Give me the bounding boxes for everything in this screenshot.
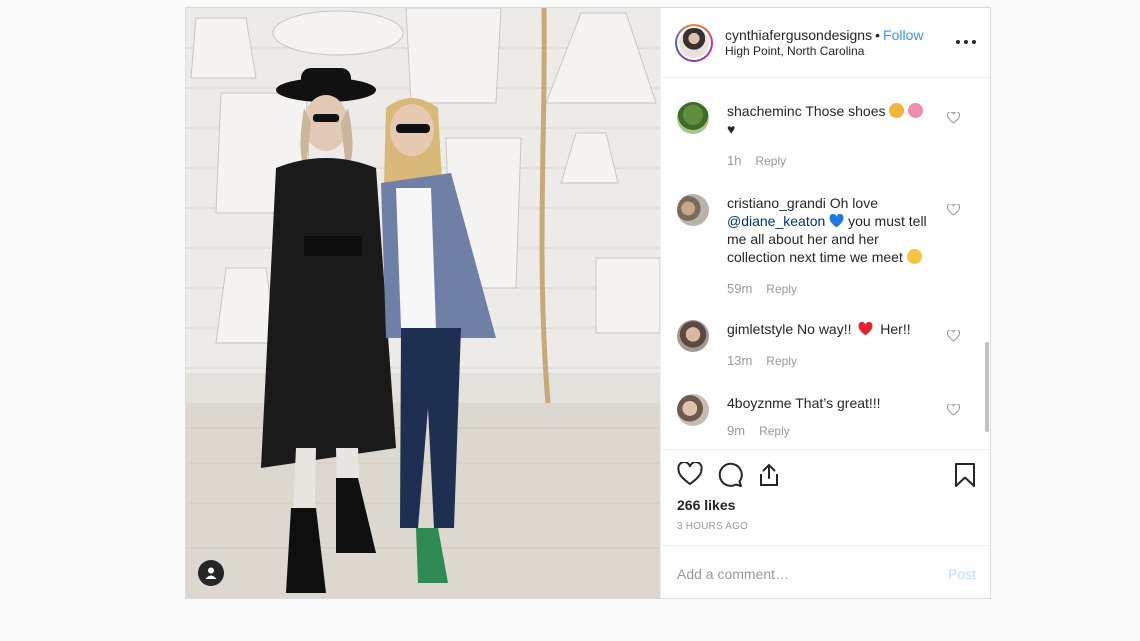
follow-button[interactable]: Follow xyxy=(883,27,923,43)
user-tag-icon xyxy=(205,567,217,579)
blue-heart-emoji-icon xyxy=(829,213,844,228)
comment-input[interactable]: Add a comment… xyxy=(677,566,789,582)
comment-icon[interactable] xyxy=(717,462,743,488)
comments-list[interactable]: shacheminc Those shoes ♥ 1h Reply cristia… xyxy=(661,78,990,448)
post-photo[interactable] xyxy=(186,8,660,598)
comment-text-line2: ♥ xyxy=(727,121,736,137)
share-icon[interactable] xyxy=(757,462,781,488)
action-bar xyxy=(661,449,990,502)
like-comment-heart-icon[interactable] xyxy=(947,112,960,124)
post-location[interactable]: High Point, North Carolina xyxy=(725,43,923,59)
more-options-icon[interactable] xyxy=(956,34,976,50)
commenter-avatar[interactable] xyxy=(677,394,709,426)
comment-text: No way!! xyxy=(797,321,852,337)
post-comment-button[interactable]: Post xyxy=(948,566,976,582)
instagram-post: cynthiafergusondesigns • Follow High Point… xyxy=(185,7,991,599)
wink-emoji-icon xyxy=(906,249,922,264)
comment-text: Oh love xyxy=(829,195,878,211)
comment-time[interactable]: 59m xyxy=(727,281,752,296)
comments-scrollbar[interactable] xyxy=(985,342,989,432)
user-tag-button[interactable] xyxy=(198,560,224,586)
commenter-avatar[interactable] xyxy=(677,102,709,134)
author-username[interactable]: cynthiafergusondesigns xyxy=(725,27,872,43)
like-comment-heart-icon[interactable] xyxy=(947,330,960,342)
comment-username[interactable]: shacheminc xyxy=(727,103,802,119)
reply-button[interactable]: Reply xyxy=(759,424,790,438)
comment-username[interactable]: cristiano_grandi xyxy=(727,195,826,211)
add-comment-bar: Add a comment… Post xyxy=(661,545,990,599)
commenter-avatar[interactable] xyxy=(677,320,709,352)
red-heart-emoji-icon xyxy=(858,321,873,336)
comment-username[interactable]: 4boyznme xyxy=(727,395,792,411)
likes-count[interactable]: 266 likes xyxy=(677,497,735,513)
reply-button[interactable]: Reply xyxy=(766,354,797,368)
comment-time[interactable]: 9m xyxy=(727,423,745,438)
post-side-panel: cynthiafergusondesigns • Follow High Point… xyxy=(660,8,990,598)
photo-illustration xyxy=(186,8,660,598)
scream-emoji-icon xyxy=(889,103,905,118)
flower-emoji-icon xyxy=(908,103,924,118)
like-comment-heart-icon[interactable] xyxy=(947,204,960,216)
comment-text: That’s great!!! xyxy=(795,395,881,411)
separator-dot: • xyxy=(875,26,881,43)
comment-text: Those shoes xyxy=(805,103,886,119)
comment-time[interactable]: 1h xyxy=(727,153,741,168)
commenter-avatar[interactable] xyxy=(677,194,709,226)
comment-text-continued: Her!! xyxy=(880,321,911,337)
bookmark-icon[interactable] xyxy=(954,462,976,488)
comment-username[interactable]: gimletstyle xyxy=(727,321,793,337)
author-avatar[interactable] xyxy=(675,23,713,62)
post-header: cynthiafergusondesigns • Follow High Point… xyxy=(661,8,990,78)
mention-link[interactable]: @diane_keaton xyxy=(727,213,825,229)
reply-button[interactable]: Reply xyxy=(766,282,797,296)
comment-time[interactable]: 13m xyxy=(727,353,752,368)
reply-button[interactable]: Reply xyxy=(755,154,786,168)
post-timestamp[interactable]: 3 HOURS AGO xyxy=(677,521,748,532)
like-comment-heart-icon[interactable] xyxy=(947,404,960,416)
heart-icon[interactable] xyxy=(677,462,703,486)
